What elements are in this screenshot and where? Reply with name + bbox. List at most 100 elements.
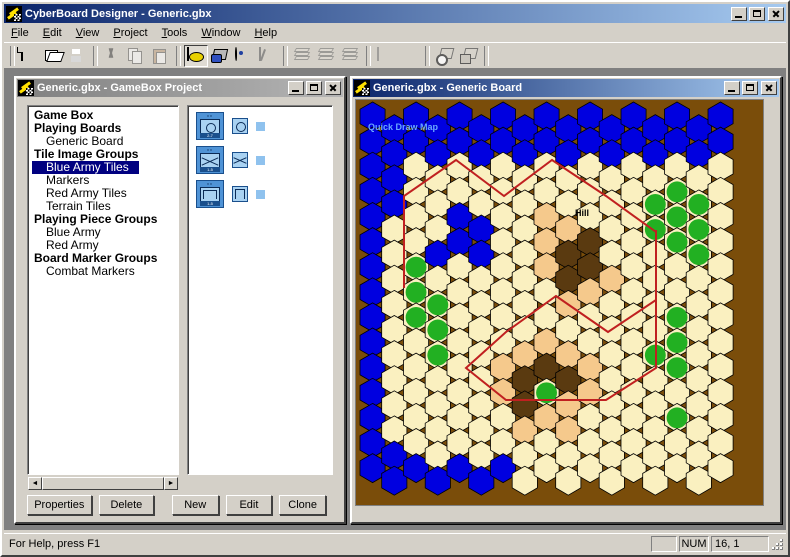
gamebox-icon bbox=[18, 80, 34, 96]
main-title-bar[interactable]: CyberBoard Designer - Generic.gbx bbox=[4, 4, 786, 23]
new-button[interactable]: New bbox=[171, 495, 219, 515]
grid-lines-icon[interactable] bbox=[374, 45, 398, 67]
unit-symbol-cross-icon bbox=[233, 153, 247, 167]
menu-project-rest: roject bbox=[120, 27, 148, 39]
menu-window-rest: indow bbox=[211, 27, 241, 39]
menu-view[interactable]: View bbox=[69, 25, 107, 41]
gamebox-project-window[interactable]: Generic.gbx - GameBox Project Game Box Pl… bbox=[14, 76, 346, 524]
layer-base-icon[interactable] bbox=[291, 45, 315, 67]
menu-tools[interactable]: Tools bbox=[155, 25, 195, 41]
minimize-button[interactable] bbox=[731, 6, 747, 21]
tile-small-view[interactable] bbox=[232, 118, 248, 134]
counter-size-label: xx bbox=[207, 147, 213, 152]
color-palette-icon[interactable] bbox=[232, 45, 256, 67]
project-close-button[interactable] bbox=[325, 81, 341, 95]
hex-map-canvas[interactable]: Quick Draw Map Hill bbox=[355, 99, 764, 506]
board-close-button[interactable] bbox=[761, 81, 777, 95]
counter-symbol-box bbox=[200, 153, 220, 168]
menu-file-rest: ile bbox=[17, 27, 29, 39]
tile-blue-armor-2-7[interactable]: xx 2-7 bbox=[196, 112, 224, 140]
counter-strength-label: 1-5 bbox=[200, 201, 220, 206]
copy-icon[interactable] bbox=[125, 45, 149, 67]
toolbar-separator bbox=[366, 45, 371, 66]
generic-board-window[interactable]: Generic.gbx - Generic Board Quick Draw M… bbox=[350, 76, 782, 524]
select-area-icon[interactable] bbox=[457, 45, 481, 67]
counter-size-label: xx bbox=[207, 181, 213, 186]
woods-overlay bbox=[688, 193, 710, 215]
marker-palette-icon[interactable] bbox=[256, 45, 280, 67]
window-controls bbox=[731, 6, 784, 21]
project-minimize-button[interactable] bbox=[288, 81, 304, 95]
unit-symbol-cross-icon bbox=[201, 154, 219, 167]
status-coordinates: 16, 1 bbox=[711, 535, 769, 552]
menu-help[interactable]: Help bbox=[247, 25, 284, 41]
resize-grip-icon[interactable] bbox=[770, 537, 784, 551]
scroll-left-arrow-icon[interactable]: ◄ bbox=[28, 477, 42, 490]
woods-overlay bbox=[666, 206, 688, 228]
tile-color-swatch[interactable] bbox=[256, 189, 265, 199]
counter-size-label: xx bbox=[207, 113, 213, 118]
maximize-button[interactable] bbox=[749, 6, 765, 21]
toolbar-separator bbox=[10, 45, 15, 66]
scroll-thumb[interactable] bbox=[42, 477, 164, 490]
tile-row[interactable]: xx 1-5 bbox=[196, 180, 332, 208]
layer-top-icon[interactable] bbox=[339, 45, 363, 67]
board-minimize-button[interactable] bbox=[724, 81, 740, 95]
board-maximize-button[interactable] bbox=[742, 81, 758, 95]
map-title-label: Quick Draw Map bbox=[368, 122, 439, 132]
edit-button[interactable]: Edit bbox=[225, 495, 273, 515]
counter-strength-label: 1-5 bbox=[200, 167, 220, 172]
save-icon[interactable] bbox=[66, 45, 90, 67]
woods-overlay bbox=[644, 193, 666, 215]
woods-overlay bbox=[427, 294, 449, 316]
woods-overlay bbox=[666, 407, 688, 429]
menu-project[interactable]: Project bbox=[106, 25, 154, 41]
project-window-title-bar[interactable]: Generic.gbx - GameBox Project bbox=[17, 79, 343, 97]
close-button[interactable] bbox=[768, 6, 784, 21]
tree-horizontal-scrollbar[interactable]: ◄ ► bbox=[27, 476, 179, 491]
delete-button[interactable]: Delete bbox=[98, 495, 155, 515]
woods-overlay bbox=[666, 181, 688, 203]
open-icon[interactable] bbox=[42, 45, 66, 67]
application-window: CyberBoard Designer - Generic.gbx File E… bbox=[0, 0, 790, 557]
menu-help-rest: elp bbox=[262, 27, 278, 39]
tile-color-swatch[interactable] bbox=[256, 155, 265, 165]
tile-row[interactable]: xx 1-5 bbox=[196, 146, 332, 174]
board-window-title: Generic.gbx - Generic Board bbox=[373, 82, 523, 94]
project-tree: Game Box Playing Boards Generic Board Tile … bbox=[28, 106, 178, 278]
project-window-client: Game Box Playing Boards Generic Board Tile … bbox=[19, 99, 341, 519]
tile-small-view[interactable] bbox=[232, 152, 248, 168]
clone-button[interactable]: Clone bbox=[279, 495, 326, 515]
board-window-title-bar[interactable]: Generic.gbx - Generic Board bbox=[353, 79, 779, 97]
tile-row[interactable]: xx 2-7 bbox=[196, 112, 332, 140]
project-tree-pane[interactable]: Game Box Playing Boards Generic Board Tile … bbox=[27, 105, 179, 475]
unit-symbol-round-icon bbox=[203, 190, 217, 199]
board-horizontal-scrollbar[interactable] bbox=[355, 506, 764, 519]
menu-window[interactable]: Window bbox=[194, 25, 247, 41]
tree-item-combat-markers[interactable]: Combat Markers bbox=[32, 265, 178, 278]
board-editor-icon[interactable] bbox=[184, 44, 208, 67]
tile-manager-icon[interactable] bbox=[208, 45, 232, 67]
tile-small-view[interactable] bbox=[232, 186, 248, 202]
tile-preview-pane[interactable]: xx 2-7 xx 1-5 xx 1-5 bbox=[187, 105, 333, 475]
scroll-right-arrow-icon[interactable]: ► bbox=[164, 477, 178, 490]
menu-tools-rest: ools bbox=[167, 27, 188, 39]
menu-file[interactable]: File bbox=[4, 25, 36, 41]
project-maximize-button[interactable] bbox=[306, 81, 322, 95]
grid-dots-icon[interactable] bbox=[398, 45, 422, 67]
paste-icon[interactable] bbox=[149, 45, 173, 67]
toolbar-separator bbox=[484, 45, 489, 66]
new-icon[interactable] bbox=[18, 45, 42, 67]
properties-button[interactable]: Properties bbox=[27, 495, 92, 515]
tile-color-swatch[interactable] bbox=[256, 121, 265, 131]
cut-icon[interactable] bbox=[101, 45, 125, 67]
select-tool-icon[interactable] bbox=[433, 45, 457, 67]
status-blank-panel bbox=[651, 535, 677, 552]
layer-tile-icon[interactable] bbox=[315, 45, 339, 67]
tile-blue-mech-1-5[interactable]: xx 1-5 bbox=[196, 180, 224, 208]
board-vertical-scrollbar[interactable] bbox=[764, 99, 777, 506]
hill-label: Hill bbox=[575, 208, 590, 218]
menu-edit[interactable]: Edit bbox=[36, 25, 69, 41]
tile-blue-infantry-1-5[interactable]: xx 1-5 bbox=[196, 146, 224, 174]
woods-overlay bbox=[405, 256, 427, 278]
